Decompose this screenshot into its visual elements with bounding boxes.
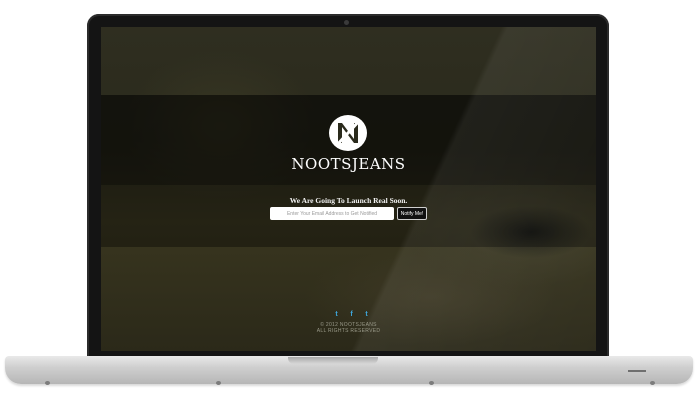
laptop-notch [288,357,378,364]
tumblr-icon[interactable]: t [362,310,371,319]
nootsjeans-logo-icon [329,115,367,151]
screen-gloss [101,27,596,351]
rights-text: ALL RIGHTS RESERVED [316,328,381,334]
launch-tagline: We Are Going To Launch Real Soon. [289,196,408,205]
facebook-icon[interactable]: f [347,310,356,319]
notify-me-button[interactable]: Notify Me! [397,207,427,220]
laptop-slot [628,370,646,372]
footer: © 2012 NOOTSJEANS ALL RIGHTS RESERVED [101,322,596,334]
twitter-icon[interactable]: t [332,310,341,319]
laptop-foot [216,381,221,385]
email-input[interactable] [270,207,394,220]
camera-icon [344,20,349,25]
website-screen: NOOTSJEANS We Are Going To Launch Real S… [101,27,596,351]
laptop-foot [45,381,50,385]
social-links: t f t [332,310,371,319]
brand-name: NOOTSJEANS [291,155,406,173]
laptop-foot [650,381,655,385]
laptop-foot [429,381,434,385]
